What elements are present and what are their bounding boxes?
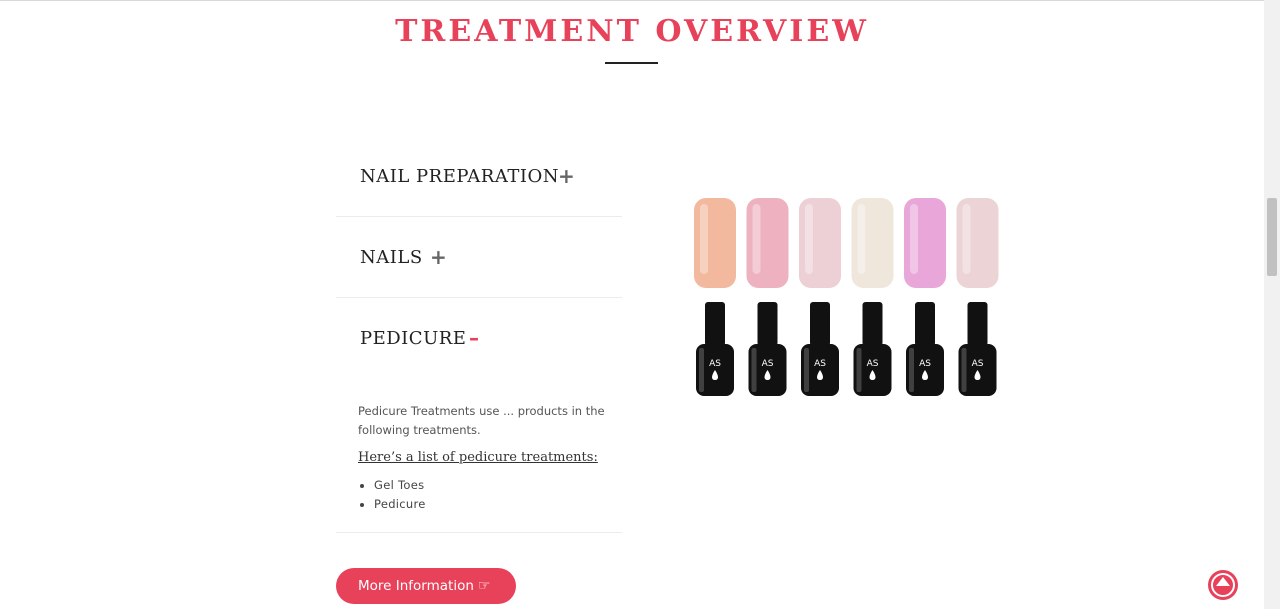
accordion-label: PEDICURE xyxy=(360,328,467,349)
title-underline xyxy=(605,62,658,64)
list-heading: Here’s a list of pedicure treatments: xyxy=(358,450,598,465)
nail-polish-set: AS xyxy=(851,198,894,396)
more-information-button[interactable]: More Information ☞ xyxy=(336,568,516,604)
bottle-cap xyxy=(967,302,988,346)
accordion-header-pedicure[interactable]: PEDICURE – xyxy=(336,298,622,378)
bottle-brand-label: AS xyxy=(972,359,984,369)
accordion-label: NAILS xyxy=(360,247,423,268)
plus-icon[interactable]: + xyxy=(558,164,575,188)
vertical-scrollbar[interactable] xyxy=(1264,0,1280,609)
bottle-brand-label: AS xyxy=(762,359,774,369)
nail-polish-set: AS xyxy=(799,198,841,396)
nail-polish-product-image: AS AS AS AS AS AS xyxy=(690,194,1002,398)
list-item: Gel Toes xyxy=(374,476,426,495)
panel-description: Pedicure Treatments use ... products in … xyxy=(358,404,605,437)
section-title: TREATMENT OVERVIEW xyxy=(395,14,869,49)
nail-polish-set: AS xyxy=(904,198,946,396)
bottle-cap xyxy=(862,302,883,346)
bottle-cap xyxy=(810,302,830,346)
divider xyxy=(336,532,622,533)
minus-icon[interactable]: – xyxy=(469,326,479,350)
treatment-accordion: NAIL PREPARATION + NAILS + PEDICURE – Pe… xyxy=(336,136,622,533)
bottle-brand-label: AS xyxy=(814,359,826,369)
nail-polish-set: AS xyxy=(694,198,736,396)
treatment-list: Gel Toes Pedicure xyxy=(358,476,426,514)
bottle-brand-label: AS xyxy=(919,359,931,369)
hand-pointer-icon: ☞ xyxy=(477,578,491,594)
nail-polish-set: AS xyxy=(956,198,999,396)
accordion-header-nails[interactable]: NAILS + xyxy=(336,217,622,297)
accordion-panel-pedicure: Pedicure Treatments use ... products in … xyxy=(336,378,622,532)
accordion-label: NAIL PREPARATION xyxy=(360,166,559,187)
top-border xyxy=(0,0,1264,1)
bottle-cap xyxy=(705,302,725,346)
arrow-up-icon xyxy=(1216,577,1230,586)
bottle-cap xyxy=(757,302,778,346)
plus-icon[interactable]: + xyxy=(430,245,447,269)
scrollbar-thumb[interactable] xyxy=(1267,198,1277,276)
bottle-cap xyxy=(915,302,935,346)
button-label: More Information xyxy=(358,578,474,594)
nail-polish-set: AS xyxy=(746,198,789,396)
scroll-to-top-button[interactable] xyxy=(1208,570,1238,600)
accordion-header-nail-preparation[interactable]: NAIL PREPARATION + xyxy=(336,136,622,216)
list-item: Pedicure xyxy=(374,495,426,514)
bottle-brand-label: AS xyxy=(867,359,879,369)
bottle-brand-label: AS xyxy=(709,359,721,369)
